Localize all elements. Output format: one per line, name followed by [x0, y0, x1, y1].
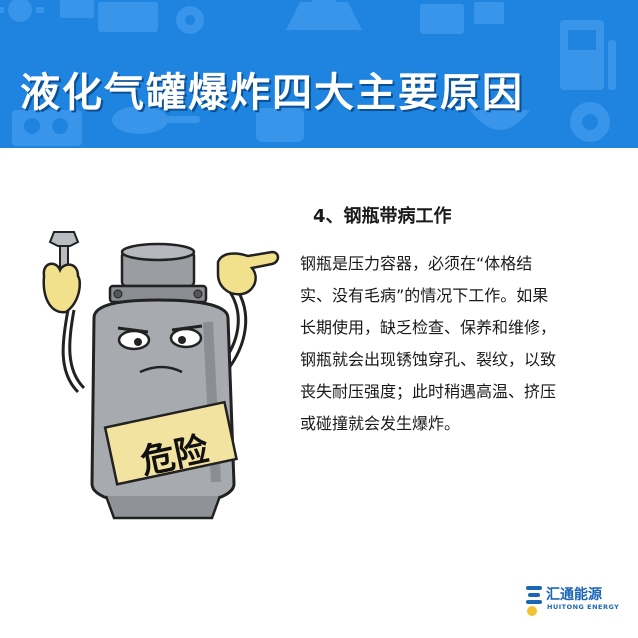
body-line: 或碰撞就会发生爆炸。 [300, 414, 461, 433]
body-line: 钢瓶是压力容器，必须在“体格结 [300, 254, 533, 273]
header-banner: 液化气罐爆炸四大主要原因 [0, 0, 638, 148]
body-line: 实、没有毛病”的情况下工作。如果 [300, 286, 549, 305]
logo-name-cn: 汇通能源 [546, 587, 602, 603]
brand-logo: 汇通能源 HUITONG ENERGY [524, 584, 632, 618]
gear-icon [176, 6, 204, 34]
range-hood-icon [286, 0, 362, 30]
body-line: 丧失耐压强度；此时稍遇高温、挤压 [300, 382, 557, 401]
sun-icon [0, 0, 44, 22]
body-line: 钢瓶就会出现锈蚀穿孔、裂纹，以致 [300, 350, 557, 369]
section-heading: 4、钢瓶带病工作 [313, 206, 452, 227]
box-icon [420, 2, 504, 34]
body-paragraph: 钢瓶是压力容器，必须在“体格结 实、没有毛病”的情况下工作。如果 长期使用，缺乏… [300, 248, 618, 440]
logo-name-en: HUITONG ENERGY [547, 603, 620, 611]
burner-icon [570, 102, 610, 142]
page-title: 液化气罐爆炸四大主要原因 [20, 70, 524, 116]
cabinet-icon [60, 0, 158, 32]
body-line: 长期使用，缺乏检查、保养和维修， [300, 318, 557, 337]
logo-mark-icon [526, 586, 542, 616]
fuel-pump-icon [560, 20, 616, 90]
gas-cylinder-illustration: 危险 [22, 222, 284, 526]
